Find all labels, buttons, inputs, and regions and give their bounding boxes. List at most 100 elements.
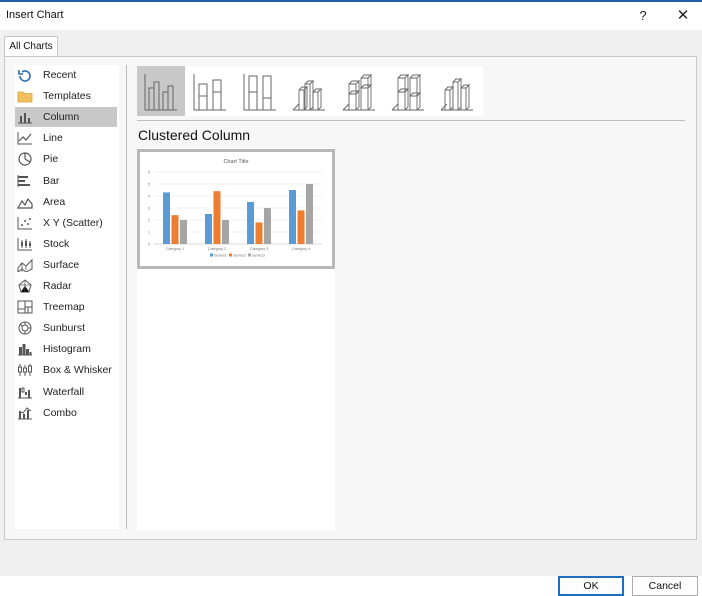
bar-series3-category-2 <box>222 220 229 244</box>
y-tick-label: 4 <box>148 195 150 199</box>
chart-type-label: Templates <box>43 90 91 103</box>
legend-entry: Series2 <box>233 254 246 258</box>
bar-series2-category-4 <box>297 210 305 244</box>
chart-type-surface[interactable]: Surface <box>15 255 117 275</box>
x-tick-label: Category 1 <box>166 247 185 251</box>
chart-preview[interactable]: Chart Title 0 1 2 3 4 5 6 Category 1 Category 2 Ca… <box>137 149 335 269</box>
x-tick-label: Category 4 <box>292 247 311 251</box>
chart-type-label: Line <box>43 132 63 145</box>
preview-column: Chart Title 0 1 2 3 4 5 6 Category 1 Category 2 Ca… <box>137 148 335 530</box>
legend-entry: Series1 <box>214 254 227 258</box>
radar-chart-icon <box>18 279 32 293</box>
bar-series2-category-1 <box>171 215 179 244</box>
chart-type-label: Box & Whisker <box>43 364 112 377</box>
clustered-column-icon <box>144 74 177 111</box>
chart-type-sunburst[interactable]: Sunburst <box>15 318 117 338</box>
y-tick-label: 2 <box>148 219 150 223</box>
waterfall-chart-icon <box>18 387 32 398</box>
legend-entry: Series3 <box>252 254 265 258</box>
chart-type-area[interactable]: Area <box>15 192 117 212</box>
y-tick-label: 0 <box>148 243 150 247</box>
bar-series1-category-2 <box>205 214 212 244</box>
pie-chart-icon <box>18 152 32 166</box>
combo-chart-icon <box>18 406 32 420</box>
all-charts-panel: Recent Templates Column Line Pie Bar Area X Y (… <box>4 56 697 540</box>
chart-subtype-gallery <box>137 66 483 116</box>
chart-type-label: Sunburst <box>43 322 86 335</box>
help-button[interactable]: ? <box>632 5 654 27</box>
subtype-clustered-column[interactable] <box>137 66 185 116</box>
subtype-3d-clustered-column[interactable] <box>285 66 333 116</box>
y-tick-label: 5 <box>148 183 150 187</box>
100-stacked-column-icon <box>243 74 276 111</box>
chart-type-x-y-scatter[interactable]: X Y (Scatter) <box>15 213 117 233</box>
chart-type-label: Waterfall <box>43 385 85 398</box>
bar-chart-icon <box>17 174 30 187</box>
cancel-button[interactable]: Cancel <box>632 576 698 596</box>
chart-type-label: Area <box>43 195 66 208</box>
ok-button[interactable]: OK <box>558 576 624 596</box>
chart-type-stock[interactable]: Stock <box>15 234 117 254</box>
chart-type-bar[interactable]: Bar <box>15 171 117 191</box>
y-tick-label: 3 <box>148 207 150 211</box>
recent-icon <box>18 70 31 82</box>
chart-type-recent[interactable]: Recent <box>15 65 117 85</box>
chart-type-label: Combo <box>43 406 77 419</box>
subtype-100-stacked-column[interactable] <box>236 66 284 116</box>
chart-type-label: Treemap <box>43 301 85 314</box>
chart-type-histogram[interactable]: Histogram <box>15 339 117 359</box>
folder-icon <box>17 91 33 103</box>
scatter-chart-icon <box>17 216 32 230</box>
column-chart-icon <box>18 113 32 124</box>
chart-type-combo[interactable]: Combo <box>15 403 117 423</box>
box-whisker-chart-icon <box>18 364 32 377</box>
legend-swatch <box>248 253 251 257</box>
3d-clustered-column-icon <box>292 79 326 111</box>
subtype-3d-column[interactable] <box>433 66 481 116</box>
histogram-chart-icon <box>18 344 32 356</box>
y-tick-label: 6 <box>148 171 150 175</box>
dialog-title: Insert Chart <box>6 9 64 21</box>
chart-type-label: Radar <box>43 280 72 292</box>
chart-type-pie[interactable]: Pie <box>15 149 117 169</box>
chart-type-treemap[interactable]: Treemap <box>15 297 117 317</box>
subtype-3d-100-stacked-column[interactable] <box>384 66 432 116</box>
chart-type-templates[interactable]: Templates <box>15 86 117 106</box>
bar-series3-category-4 <box>306 184 313 244</box>
x-tick-label: Category 2 <box>208 247 227 251</box>
tab-all-charts[interactable]: All Charts <box>4 36 58 57</box>
chart-type-line[interactable]: Line <box>15 128 117 148</box>
bar-series1-category-4 <box>289 190 296 244</box>
chart-type-label: Pie <box>43 153 59 166</box>
chart-type-label: Column <box>43 111 80 124</box>
stacked-column-icon <box>193 74 227 111</box>
surface-chart-icon <box>17 258 33 272</box>
line-chart-icon <box>17 132 32 145</box>
close-button[interactable]: ✕ <box>672 5 694 27</box>
3d-stacked-column-icon <box>342 73 375 111</box>
subtype-divider <box>137 120 685 121</box>
legend-swatch <box>210 253 213 257</box>
chart-type-label: Histogram <box>43 343 91 356</box>
area-chart-icon <box>17 197 33 209</box>
chart-type-label: Bar <box>43 174 60 187</box>
chart-type-column[interactable]: Column <box>15 107 117 128</box>
chart-type-box-whisker[interactable]: Box & Whisker <box>15 360 117 380</box>
subtype-stacked-column[interactable] <box>186 66 234 116</box>
bar-series2-category-2 <box>213 191 221 244</box>
chart-type-label: X Y (Scatter) <box>43 216 103 229</box>
dialog-body: All Charts Recent Templates Column Line Pie B… <box>0 30 702 596</box>
bar-series3-category-1 <box>180 220 187 244</box>
sunburst-chart-icon <box>18 321 32 335</box>
chart-type-waterfall[interactable]: Waterfall <box>15 382 117 402</box>
legend-swatch <box>229 253 232 257</box>
preview-chart: Chart Title 0 1 2 3 4 5 6 Category 1 Category 2 Ca… <box>148 159 322 258</box>
y-tick-label: 1 <box>148 231 150 235</box>
panel-divider <box>126 65 127 529</box>
chart-type-list: Recent Templates Column Line Pie Bar Area X Y (… <box>15 65 119 529</box>
bar-series3-category-3 <box>264 208 271 244</box>
chart-type-label: Recent <box>43 69 77 81</box>
chart-type-radar[interactable]: Radar <box>15 276 117 296</box>
subtype-3d-stacked-column[interactable] <box>335 66 383 116</box>
bar-series2-category-3 <box>255 222 263 244</box>
